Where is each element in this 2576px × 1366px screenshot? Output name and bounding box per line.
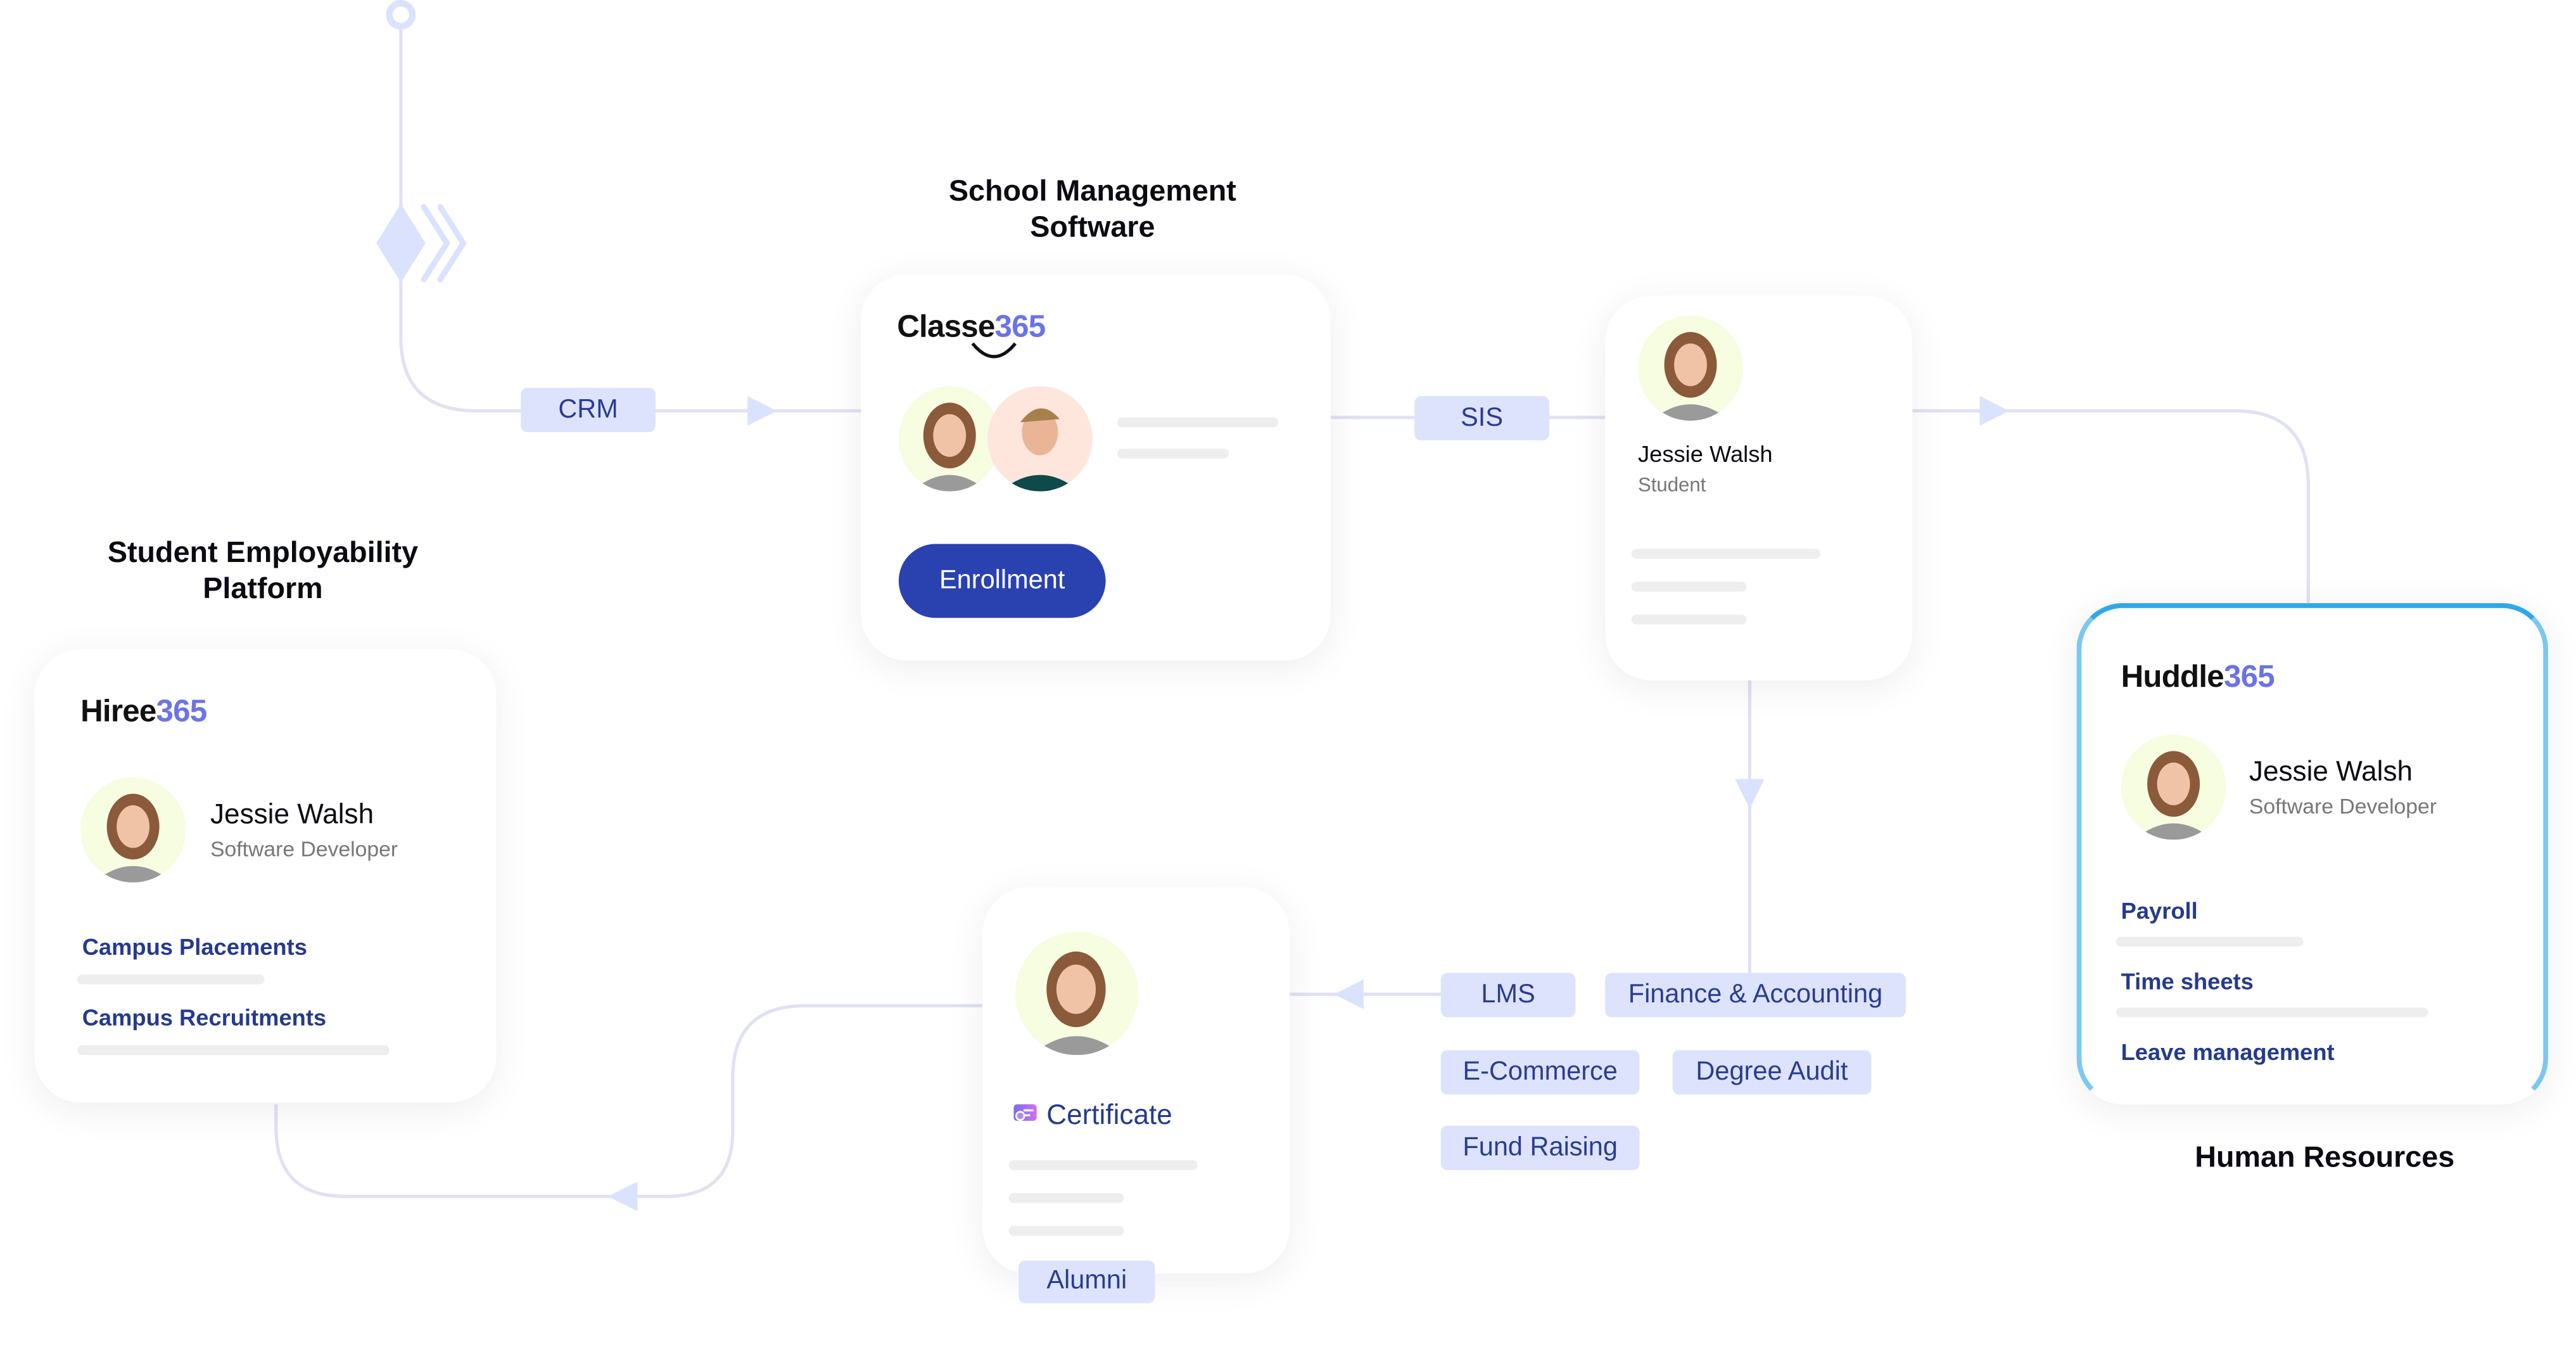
alumni-pill[interactable]: Alumni bbox=[1018, 1260, 1155, 1303]
student-name: Jessie Walsh bbox=[1638, 440, 1773, 467]
module-finance-accounting[interactable]: Finance & Accounting bbox=[1605, 973, 1906, 1018]
arrow-left-icon bbox=[1334, 979, 1364, 1009]
payroll-link[interactable]: Payroll bbox=[2121, 897, 2198, 924]
placeholder-line bbox=[1117, 417, 1278, 428]
hiree-card: Hiree365 Jessie Walsh Software Developer… bbox=[34, 649, 497, 1103]
candidate-role: Software Developer bbox=[210, 836, 398, 862]
student-role: Student bbox=[1638, 473, 1706, 497]
avatar bbox=[1015, 931, 1139, 1056]
placeholder-line bbox=[1631, 582, 1747, 592]
placeholder-line bbox=[1008, 1193, 1124, 1203]
time-sheets-link[interactable]: Time sheets bbox=[2121, 968, 2254, 995]
huddle-card: Huddle365 Jessie Walsh Software Develope… bbox=[2076, 603, 2548, 1105]
placeholder-line bbox=[1008, 1225, 1124, 1236]
crm-pill[interactable]: CRM bbox=[521, 388, 656, 433]
placeholder-line bbox=[2116, 1007, 2428, 1018]
campus-recruitments-link[interactable]: Campus Recruitments bbox=[82, 1004, 326, 1031]
avatar-woman bbox=[898, 386, 1001, 492]
placeholder-line bbox=[77, 974, 265, 985]
classe-card: Classe365 Enrollment bbox=[861, 274, 1331, 661]
huddle-logo: Huddle365 bbox=[2121, 660, 2275, 696]
employability-title: Student Employability Platform bbox=[107, 535, 419, 605]
enrollment-button[interactable]: Enrollment bbox=[898, 544, 1106, 618]
employee-role: Software Developer bbox=[2249, 793, 2437, 819]
hiree-logo: Hiree365 bbox=[80, 695, 207, 730]
module-fund-raising[interactable]: Fund Raising bbox=[1440, 1125, 1640, 1170]
smile-icon bbox=[971, 342, 1017, 359]
placeholder-line bbox=[1117, 449, 1229, 459]
arrow-right-icon bbox=[747, 396, 777, 426]
campus-placements-link[interactable]: Campus Placements bbox=[82, 933, 307, 960]
placeholder-line bbox=[1631, 549, 1820, 559]
module-lms[interactable]: LMS bbox=[1440, 973, 1576, 1018]
certificate-icon bbox=[1013, 1104, 1037, 1121]
leave-management-link[interactable]: Leave management bbox=[2121, 1038, 2335, 1065]
sis-pill[interactable]: SIS bbox=[1414, 396, 1549, 441]
certificate-label[interactable]: Certificate bbox=[1046, 1099, 1172, 1132]
avatar bbox=[80, 777, 186, 883]
school-management-title: School Management Software bbox=[948, 174, 1236, 243]
integration-diagram: School Management Software Student Emplo… bbox=[0, 0, 2576, 1365]
candidate-name: Jessie Walsh bbox=[210, 798, 374, 830]
arrow-right-icon bbox=[1979, 396, 2010, 426]
alumni-card: Certificate bbox=[982, 887, 1290, 1274]
arrow-left-icon bbox=[607, 1181, 638, 1211]
diamond-icon bbox=[376, 203, 426, 283]
avatar-man bbox=[987, 386, 1093, 492]
avatar bbox=[2121, 734, 2226, 840]
arrow-down-icon bbox=[1735, 779, 1765, 809]
placeholder-line bbox=[1008, 1160, 1198, 1170]
human-resources-title: Human Resources bbox=[2195, 1140, 2455, 1173]
start-node-icon bbox=[386, 0, 416, 30]
chevrons-icon bbox=[421, 204, 467, 283]
employee-name: Jessie Walsh bbox=[2249, 756, 2413, 788]
placeholder-line bbox=[1631, 615, 1747, 625]
student-card: Jessie Walsh Student bbox=[1605, 295, 1913, 680]
module-ecommerce[interactable]: E-Commerce bbox=[1440, 1050, 1640, 1095]
placeholder-line bbox=[77, 1045, 390, 1056]
module-degree-audit[interactable]: Degree Audit bbox=[1672, 1050, 1872, 1095]
avatar bbox=[1638, 316, 1744, 421]
placeholder-line bbox=[2116, 936, 2304, 947]
